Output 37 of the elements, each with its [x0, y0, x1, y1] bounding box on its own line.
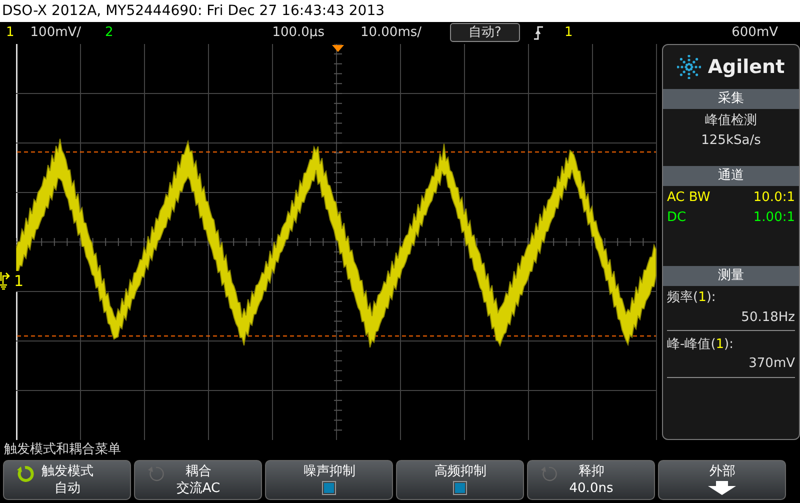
- window-title: DSO-X 2012A, MY52444690: Fri Dec 27 16:43:43 2013: [0, 0, 800, 22]
- channel-number[interactable]: 2: [105, 22, 114, 44]
- checkbox[interactable]: [453, 481, 468, 496]
- logo-spark-icon: [677, 55, 702, 79]
- menu-title: 触发模式和耦合菜单: [3, 441, 122, 459]
- section-header: 测量: [663, 266, 799, 286]
- section-header: 通道: [663, 166, 799, 186]
- measurement-label: 峰-峰值(1):: [667, 336, 734, 354]
- softkey[interactable]: 外部: [658, 460, 786, 500]
- brand-logo: Agilent: [708, 54, 785, 80]
- acquisition-mode: 峰值检测: [704, 112, 758, 130]
- section-header: 采集: [663, 89, 799, 109]
- channel-scale: 100mV/: [30, 24, 82, 42]
- sample-rate: 125kSa/s: [700, 132, 762, 150]
- probe-ratio: 10.0:1: [753, 189, 795, 207]
- measurement-value: 50.18Hz: [740, 308, 795, 326]
- ground-arrow-icon: [0, 270, 12, 292]
- softkey[interactable]: 耦合 交流AC: [134, 460, 262, 500]
- probe-coupling: DC: [667, 208, 686, 226]
- timebase-value: 10.00ms/: [360, 24, 422, 42]
- probe-coupling: AC BW: [667, 189, 710, 207]
- probe-ratio: 1.00:1: [753, 208, 795, 226]
- down-arrow-icon: [707, 481, 738, 496]
- softkey[interactable]: 释抑 40.0ns: [527, 460, 656, 500]
- channel-number[interactable]: 1: [6, 22, 14, 44]
- softkey[interactable]: 高频抑制: [396, 460, 524, 500]
- measurement-label: 频率(1):: [667, 289, 717, 307]
- rising-edge-icon: [534, 26, 544, 40]
- softkey[interactable]: 噪声抑制: [265, 460, 394, 500]
- softkey[interactable]: 触发模式 自动: [3, 460, 132, 500]
- trigger-position-icon: [332, 45, 344, 52]
- trigger-source: 1: [564, 24, 573, 42]
- trigger-level: 600mV: [732, 24, 778, 42]
- measurement-value: 370mV: [748, 355, 795, 373]
- delay-value: 100.0µs: [272, 24, 324, 42]
- trigger-mode-button[interactable]: 自动?: [450, 23, 520, 42]
- checkbox[interactable]: [322, 481, 336, 496]
